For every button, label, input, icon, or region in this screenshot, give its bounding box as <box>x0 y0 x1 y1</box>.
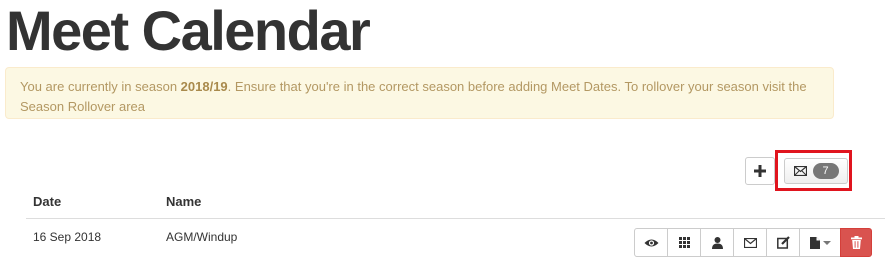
row-name: AGM/Windup <box>166 230 238 244</box>
alert-text-prefix: You are currently in season <box>20 79 181 94</box>
grid-button[interactable] <box>667 228 701 257</box>
envelope-icon <box>743 237 757 248</box>
delete-button[interactable] <box>840 228 872 257</box>
trash-icon <box>850 236 862 249</box>
view-button[interactable] <box>634 228 668 257</box>
eye-icon <box>644 238 659 248</box>
plus-icon <box>754 165 766 177</box>
email-button[interactable] <box>733 228 767 257</box>
alert-season: 2018/19 <box>180 79 228 94</box>
messages-button[interactable]: 7 <box>784 158 848 184</box>
user-icon <box>711 236 723 249</box>
file-icon <box>809 236 820 249</box>
messages-count-badge: 7 <box>812 163 839 179</box>
row-actions <box>634 228 872 257</box>
user-button[interactable] <box>700 228 734 257</box>
file-dropdown-button[interactable] <box>799 228 841 257</box>
column-header-date: Date <box>33 194 62 209</box>
grid-icon <box>678 237 690 248</box>
envelope-icon <box>793 166 807 176</box>
column-header-name: Name <box>166 194 202 209</box>
row-date: 16 Sep 2018 <box>33 230 102 244</box>
table-header-divider <box>26 218 885 219</box>
edit-button[interactable] <box>766 228 800 257</box>
edit-icon <box>776 236 790 249</box>
add-meet-button[interactable] <box>745 157 775 185</box>
page-title: Meet Calendar <box>6 0 371 62</box>
chevron-down-icon <box>822 240 831 245</box>
season-alert: You are currently in season 2018/19. Ens… <box>5 67 834 119</box>
